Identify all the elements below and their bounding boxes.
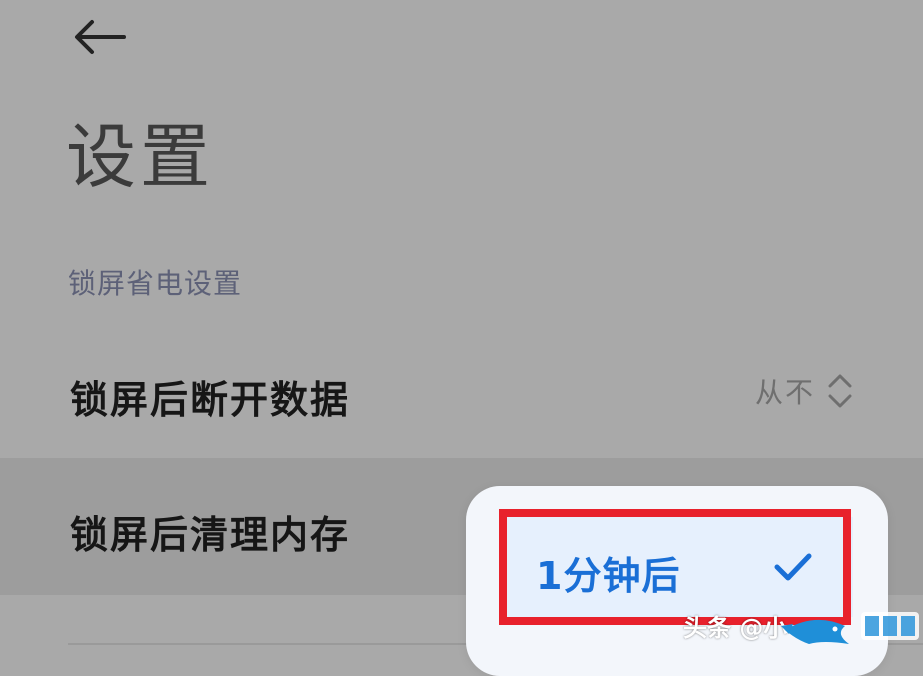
setting-value-text: 从不 xyxy=(754,376,815,409)
setting-row-disconnect-data[interactable]: 锁屏后断开数据 从不 xyxy=(0,325,923,458)
setting-row-label: 锁屏后断开数据 xyxy=(70,378,351,422)
watermark-text: 头条 @小 xyxy=(683,614,788,642)
arrow-left-icon xyxy=(75,20,126,54)
watermark-logo xyxy=(781,612,919,644)
setting-row-value[interactable]: 从不 xyxy=(755,371,853,411)
page-title: 设置 xyxy=(66,116,214,198)
back-button[interactable] xyxy=(70,14,130,60)
section-label: 锁屏省电设置 xyxy=(68,267,243,300)
chevron-up-down-icon xyxy=(828,374,852,408)
setting-row-label: 锁屏后清理内存 xyxy=(70,513,351,557)
